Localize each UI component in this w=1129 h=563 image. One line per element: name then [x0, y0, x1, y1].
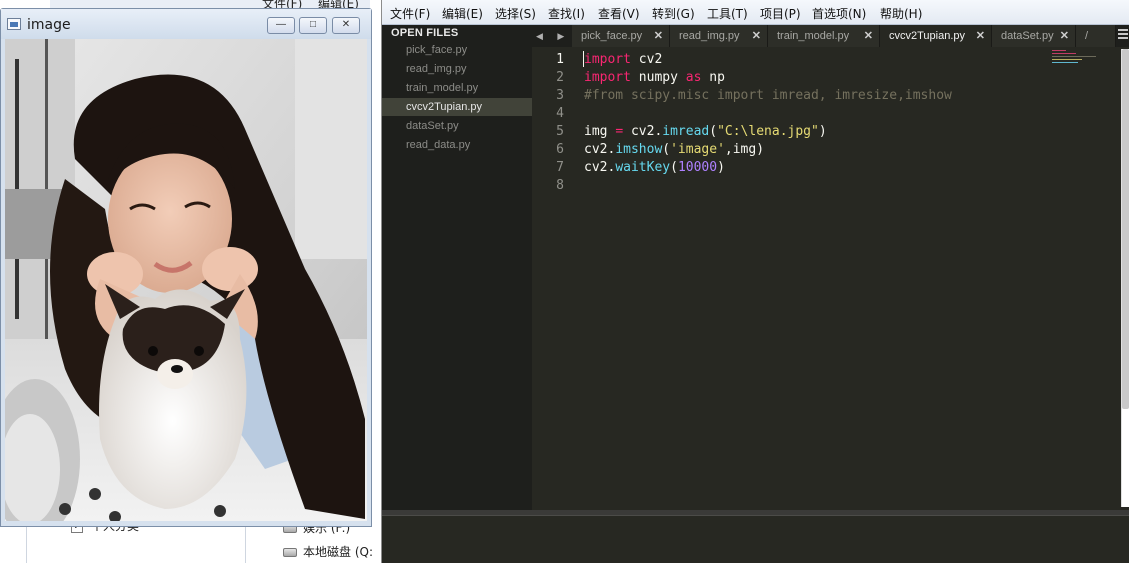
vertical-scrollbar[interactable]	[1121, 49, 1129, 507]
code-token: (	[662, 142, 671, 157]
close-button[interactable]: ✕	[332, 17, 360, 34]
line-number: 7	[556, 160, 564, 175]
tab-close-icon[interactable]: ✕	[752, 25, 761, 47]
photo-woman-with-dog	[5, 39, 367, 521]
tab-label: /	[1085, 30, 1089, 42]
menu-view[interactable]: 查看(V)	[598, 5, 640, 22]
code-line-5: img = cv2.imread("C:\lena.jpg")	[584, 123, 827, 141]
displayed-photo	[5, 39, 367, 521]
menu-project[interactable]: 项目(P)	[760, 5, 801, 22]
code-token: cv2.	[623, 124, 663, 139]
code-token: "C:\lena.jpg"	[717, 124, 819, 139]
sidebar-file-read-data[interactable]: read_data.py	[382, 136, 532, 154]
tab-label: read_img.py	[679, 30, 740, 42]
code-token: imread	[662, 124, 710, 139]
code-token: )	[717, 160, 725, 175]
line-number: 4	[556, 106, 564, 121]
menu-find[interactable]: 查找(I)	[548, 5, 585, 22]
code-line-2: import numpy as np	[584, 69, 725, 87]
line-number: 2	[556, 70, 564, 85]
tab-label: train_model.py	[777, 30, 850, 42]
code-editor[interactable]: 1 2 3 4 5 6 7 8 import cv2 import numpy …	[532, 47, 1129, 510]
sidebar-file-pick-face[interactable]: pick_face.py	[382, 41, 532, 59]
line-number-gutter: 1 2 3 4 5 6 7 8	[532, 47, 578, 510]
nav-item-label: 本地磁盘 (Q:	[303, 545, 373, 559]
sidebar-file-cvcv2tupian[interactable]: cvcv2Tupian.py	[382, 98, 532, 116]
tab-label: pick_face.py	[581, 30, 643, 42]
code-token: (	[709, 124, 718, 139]
sidebar-file-dataset[interactable]: dataSet.py	[382, 117, 532, 135]
tab-label: dataSet.py	[1001, 30, 1054, 42]
tab-bar: ◀ ▶ pick_face.py ✕ read_img.py ✕ train_m…	[532, 25, 1129, 47]
tab-cvcv2tupian[interactable]: cvcv2Tupian.py ✕	[880, 25, 992, 47]
desktop: 文件(F) 编辑(E) 个人分类 娱乐 (F:) 本地磁盘 (Q: image …	[0, 0, 1129, 563]
code-line-6: cv2.imshow('image',img)	[584, 141, 764, 159]
maximize-button[interactable]: □	[299, 17, 327, 34]
tab-read-img[interactable]: read_img.py ✕	[670, 25, 768, 47]
tab-close-icon[interactable]: ✕	[654, 25, 663, 47]
console-panel[interactable]	[382, 510, 1129, 563]
code-token: 'image'	[670, 142, 725, 157]
menu-selection[interactable]: 选择(S)	[495, 5, 536, 22]
nav-item-drive-q[interactable]: 本地磁盘 (Q:	[283, 543, 373, 560]
tab-menu-icon[interactable]	[1118, 29, 1128, 41]
code-token: (	[670, 160, 678, 175]
code-token: imshow	[615, 142, 663, 157]
menu-tools[interactable]: 工具(T)	[707, 5, 748, 22]
line-number: 1	[556, 52, 564, 67]
sidebar-file-read-img[interactable]: read_img.py	[382, 60, 532, 78]
tab-pick-face[interactable]: pick_face.py ✕	[572, 25, 670, 47]
minimap[interactable]	[1052, 50, 1122, 68]
line-number: 6	[556, 142, 564, 157]
code-token: waitKey	[615, 160, 671, 175]
sidebar-open-files: OPEN FILES pick_face.py read_img.py trai…	[382, 25, 532, 510]
code-token: import	[584, 70, 631, 85]
menu-preferences[interactable]: 首选项(N)	[812, 5, 866, 22]
console-divider	[382, 515, 1129, 516]
code-token: cv2	[630, 52, 663, 67]
sidebar-file-train-model[interactable]: train_model.py	[382, 79, 532, 97]
scrollbar-thumb[interactable]	[1122, 49, 1129, 409]
tab-scroll-arrows[interactable]: ◀ ▶	[536, 25, 570, 47]
code-token: cv2.	[584, 160, 616, 175]
code-token: as	[685, 70, 702, 85]
line-number: 8	[556, 178, 564, 193]
opencv-image-window: image — □ ✕	[0, 8, 372, 527]
menu-edit[interactable]: 编辑(E)	[442, 5, 483, 22]
menu-bar: 文件(F) 编辑(E) 选择(S) 查找(I) 查看(V) 转到(G) 工具(T…	[382, 0, 1129, 25]
code-token: )	[818, 124, 827, 139]
line-number: 3	[556, 88, 564, 103]
image-window-title: image	[27, 17, 71, 33]
tab-close-icon[interactable]: ✕	[1060, 25, 1069, 47]
code-line-1: import cv2	[584, 51, 662, 69]
image-window-titlebar[interactable]: image — □ ✕	[1, 9, 371, 39]
sidebar-header: OPEN FILES	[391, 27, 459, 39]
code-line-3: #from scipy.misc import imread, imresize…	[584, 88, 952, 103]
minimize-button[interactable]: —	[267, 17, 295, 34]
code-token: img	[584, 124, 616, 139]
tab-dataset[interactable]: dataSet.py ✕	[992, 25, 1076, 47]
menu-help[interactable]: 帮助(H)	[880, 5, 922, 22]
tab-overflow[interactable]: /	[1076, 25, 1116, 47]
code-token: 10000	[677, 160, 718, 175]
tab-train-model[interactable]: train_model.py ✕	[768, 25, 880, 47]
menu-file[interactable]: 文件(F)	[390, 5, 430, 22]
menu-goto[interactable]: 转到(G)	[652, 5, 695, 22]
code-token: import	[584, 52, 631, 67]
code-token: np	[701, 70, 725, 85]
line-number: 5	[556, 124, 564, 139]
drive-icon	[283, 548, 297, 557]
code-token: cv2.	[584, 142, 616, 157]
tab-label: cvcv2Tupian.py	[889, 30, 966, 42]
sublime-text-window: 文件(F) 编辑(E) 选择(S) 查找(I) 查看(V) 转到(G) 工具(T…	[381, 0, 1129, 563]
code-token: numpy	[630, 70, 686, 85]
window-icon	[7, 18, 21, 30]
code-token: =	[615, 124, 624, 139]
tab-close-icon[interactable]: ✕	[864, 25, 873, 47]
tab-close-icon[interactable]: ✕	[976, 25, 985, 47]
code-line-7: cv2.waitKey(10000)	[584, 159, 725, 177]
code-token: ,img)	[724, 142, 765, 157]
